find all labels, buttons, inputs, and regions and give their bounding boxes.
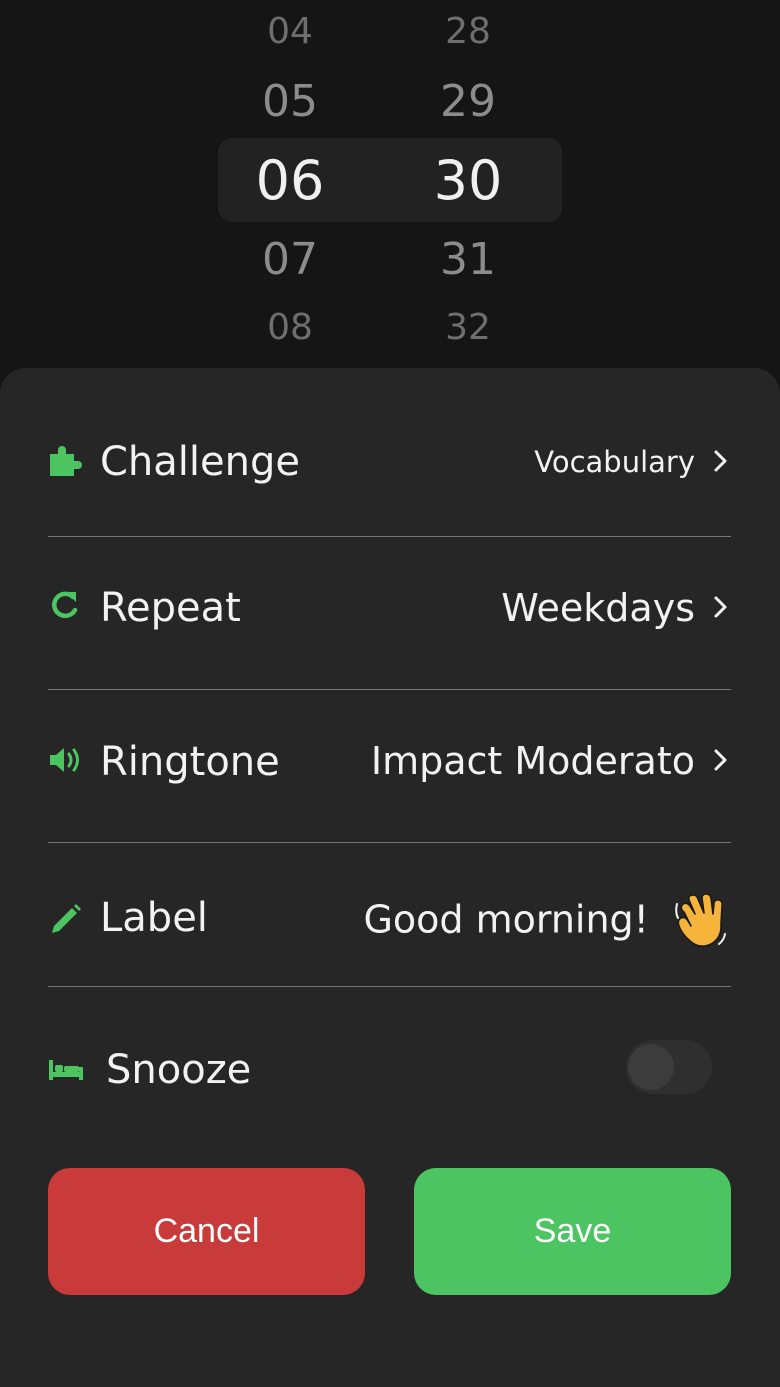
label-value-wrap: Good morning! (363, 894, 727, 950)
time-picker[interactable]: 04 05 06 07 08 28 29 30 31 32 (0, 0, 780, 372)
divider (48, 689, 731, 690)
repeat-icon (52, 591, 78, 619)
hour-option[interactable]: 04 (210, 14, 370, 50)
puzzle-icon (50, 446, 82, 476)
minute-option[interactable]: 32 (388, 310, 548, 346)
minute-option[interactable]: 31 (388, 238, 548, 282)
hour-option[interactable]: 07 (210, 238, 370, 282)
minute-option[interactable]: 29 (388, 80, 548, 124)
snooze-row: Snooze (48, 1040, 731, 1096)
divider (48, 536, 731, 537)
snooze-toggle[interactable] (626, 1040, 712, 1094)
chevron-right-icon (714, 596, 727, 618)
chevron-right-icon (714, 450, 727, 472)
minute-option-selected[interactable]: 30 (388, 154, 548, 208)
hour-option[interactable]: 08 (210, 310, 370, 346)
pencil-icon (52, 904, 81, 933)
label-value: Good morning! (363, 897, 649, 942)
cancel-button[interactable]: Cancel (48, 1168, 365, 1295)
ringtone-row[interactable]: Ringtone Impact Moderato (48, 732, 731, 788)
minute-option[interactable]: 28 (388, 14, 548, 50)
repeat-label: Repeat (100, 585, 241, 631)
ringtone-label: Ringtone (100, 739, 280, 785)
challenge-label: Challenge (100, 439, 300, 485)
waving-hand-icon (675, 894, 726, 948)
challenge-row[interactable]: Challenge Vocabulary (48, 434, 731, 490)
hour-option[interactable]: 05 (210, 80, 370, 124)
label-row[interactable]: Label Good morning! (48, 890, 731, 960)
hour-wheel[interactable]: 04 05 06 07 08 (210, 0, 370, 372)
label-label: Label (100, 895, 208, 941)
repeat-row[interactable]: Repeat Weekdays (48, 580, 731, 636)
chevron-right-icon (714, 749, 727, 771)
divider (48, 842, 731, 843)
alarm-settings-sheet: Challenge Vocabulary Repeat Weekdays Rin… (0, 368, 780, 1387)
save-button[interactable]: Save (414, 1168, 731, 1295)
divider (48, 986, 731, 987)
speaker-icon (50, 748, 79, 772)
bed-icon (49, 1060, 83, 1080)
snooze-label: Snooze (106, 1047, 252, 1093)
minute-wheel[interactable]: 28 29 30 31 32 (388, 0, 548, 372)
ringtone-value: Impact Moderato (370, 739, 695, 783)
challenge-value: Vocabulary (534, 445, 695, 479)
repeat-value: Weekdays (501, 586, 695, 630)
snooze-toggle-knob (628, 1044, 674, 1090)
hour-option-selected[interactable]: 06 (210, 154, 370, 208)
